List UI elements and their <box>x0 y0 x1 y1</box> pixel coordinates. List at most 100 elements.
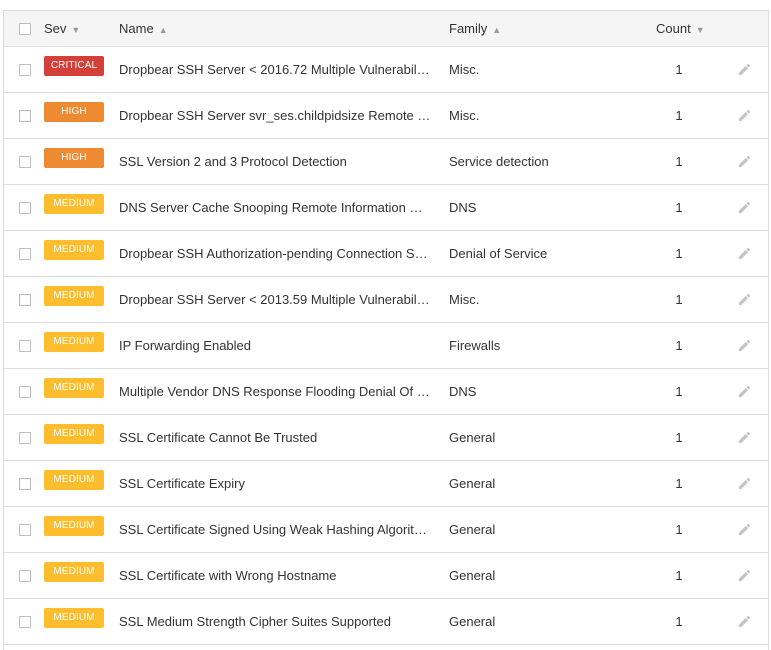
plugin-name[interactable]: SSL Certificate Expiry <box>119 476 245 491</box>
name-cell[interactable]: SSL Certificate with Wrong Hostname <box>119 553 431 598</box>
pencil-icon[interactable] <box>737 200 752 215</box>
plugin-count: 1 <box>675 292 683 307</box>
count-cell: 1 <box>644 553 714 598</box>
row-select-cell <box>19 47 33 92</box>
table-row[interactable]: MEDIUM DNS Server Cache Snooping Remote … <box>4 185 768 231</box>
row-checkbox[interactable] <box>19 63 31 76</box>
severity-badge: MEDIUM <box>44 515 104 536</box>
table-row[interactable]: MEDIUM Dropbear SSH Authorization-pendin… <box>4 231 768 277</box>
pencil-icon[interactable] <box>737 384 752 399</box>
name-cell[interactable]: SSL Version 2 and 3 Protocol Detection <box>119 139 431 184</box>
severity-cell: MEDIUM <box>44 599 108 644</box>
column-header-name-label: Name <box>119 21 154 36</box>
plugin-family: Denial of Service <box>449 246 548 261</box>
name-cell[interactable]: DNS Server Cache Snooping Remote Informa… <box>119 185 431 230</box>
plugin-name[interactable]: Multiple Vendor DNS Response Flooding De… <box>119 384 431 399</box>
table-row[interactable]: MEDIUM SSL Certificate with Wrong Hostna… <box>4 553 768 599</box>
table-row[interactable]: MEDIUM SSL Certificate Signed Using Weak… <box>4 507 768 553</box>
column-header-family[interactable]: Family ▲ <box>449 11 639 46</box>
row-checkbox[interactable] <box>19 523 31 536</box>
plugin-name[interactable]: Dropbear SSH Server svr_ses.childpidsize… <box>119 108 431 123</box>
family-cell: Misc. <box>449 93 639 138</box>
name-cell[interactable]: Dropbear SSH Authorization-pending Conne… <box>119 231 431 276</box>
table-row[interactable]: MEDIUM SSL Certificate Cannot Be Trusted… <box>4 415 768 461</box>
name-cell[interactable]: SSL Certificate Expiry <box>119 461 431 506</box>
row-checkbox[interactable] <box>19 201 31 214</box>
row-checkbox[interactable] <box>19 247 31 260</box>
column-header-sev[interactable]: Sev ▼ <box>44 11 108 46</box>
table-row[interactable]: MEDIUM Multiple Vendor DNS Response Floo… <box>4 369 768 415</box>
column-header-name[interactable]: Name ▲ <box>119 11 431 46</box>
plugin-name[interactable]: DNS Server Cache Snooping Remote Informa… <box>119 200 431 215</box>
table-row[interactable]: HIGH SSL Version 2 and 3 Protocol Detect… <box>4 139 768 185</box>
table-row[interactable]: HIGH Dropbear SSH Server svr_ses.childpi… <box>4 93 768 139</box>
severity-cell: MEDIUM <box>44 185 108 230</box>
pencil-icon[interactable] <box>737 568 752 583</box>
vulnerability-table: Sev ▼ Name ▲ Family ▲ Count ▼ CRITICAL D… <box>3 10 769 650</box>
family-cell: General <box>449 599 639 644</box>
pencil-icon[interactable] <box>737 522 752 537</box>
pencil-icon[interactable] <box>737 108 752 123</box>
row-checkbox[interactable] <box>19 477 31 490</box>
column-header-count[interactable]: Count ▼ <box>656 11 726 46</box>
severity-cell: HIGH <box>44 139 108 184</box>
plugin-name[interactable]: SSL Version 2 and 3 Protocol Detection <box>119 154 347 169</box>
table-row[interactable]: MEDIUM Dropbear SSH Server < 2013.59 Mul… <box>4 277 768 323</box>
plugin-name[interactable]: SSL Certificate with Wrong Hostname <box>119 568 336 583</box>
edit-cell <box>734 93 754 138</box>
name-cell[interactable]: SSL Certificate Cannot Be Trusted <box>119 415 431 460</box>
row-checkbox[interactable] <box>19 385 31 398</box>
pencil-icon[interactable] <box>737 476 752 491</box>
row-select-cell <box>19 231 33 276</box>
pencil-icon[interactable] <box>737 338 752 353</box>
count-cell: 1 <box>644 277 714 322</box>
count-cell: 1 <box>644 461 714 506</box>
name-cell[interactable]: Dropbear SSH Server svr_ses.childpidsize… <box>119 93 431 138</box>
pencil-icon[interactable] <box>737 154 752 169</box>
row-checkbox[interactable] <box>19 293 31 306</box>
plugin-name[interactable]: SSL Certificate Cannot Be Trusted <box>119 430 317 445</box>
pencil-icon[interactable] <box>737 430 752 445</box>
plugin-name[interactable]: Dropbear SSH Server < 2013.59 Multiple V… <box>119 292 431 307</box>
table-row[interactable]: CRITICAL Dropbear SSH Server < 2016.72 M… <box>4 47 768 93</box>
table-row[interactable]: MEDIUM IP Forwarding Enabled Firewalls 1 <box>4 323 768 369</box>
family-cell: General <box>449 553 639 598</box>
count-cell: 1 <box>644 93 714 138</box>
select-all-checkbox[interactable] <box>19 22 31 35</box>
family-cell: Misc. <box>449 47 639 92</box>
name-cell[interactable]: IP Forwarding Enabled <box>119 323 431 368</box>
row-checkbox[interactable] <box>19 339 31 352</box>
name-cell[interactable]: Dropbear SSH Server < 2016.72 Multiple V… <box>119 47 431 92</box>
name-cell[interactable]: Multiple Vendor DNS Response Flooding De… <box>119 369 431 414</box>
plugin-count: 1 <box>675 476 683 491</box>
row-checkbox[interactable] <box>19 109 31 122</box>
name-cell[interactable]: SSL Certificate Signed Using Weak Hashin… <box>119 507 431 552</box>
row-select-cell <box>19 461 33 506</box>
pencil-icon[interactable] <box>737 614 752 629</box>
row-checkbox[interactable] <box>19 569 31 582</box>
table-body: CRITICAL Dropbear SSH Server < 2016.72 M… <box>4 47 768 645</box>
severity-badge: MEDIUM <box>44 285 104 306</box>
pencil-icon[interactable] <box>737 292 752 307</box>
plugin-family: General <box>449 476 496 491</box>
severity-cell: MEDIUM <box>44 461 108 506</box>
plugin-name[interactable]: SSL Certificate Signed Using Weak Hashin… <box>119 522 431 537</box>
row-checkbox[interactable] <box>19 431 31 444</box>
name-cell[interactable]: Dropbear SSH Server < 2013.59 Multiple V… <box>119 277 431 322</box>
edit-cell <box>734 599 754 644</box>
plugin-name[interactable]: Dropbear SSH Server < 2016.72 Multiple V… <box>119 62 431 77</box>
table-row[interactable]: MEDIUM SSL Certificate Expiry General 1 <box>4 461 768 507</box>
row-checkbox[interactable] <box>19 155 31 168</box>
plugin-count: 1 <box>675 338 683 353</box>
plugin-name[interactable]: Dropbear SSH Authorization-pending Conne… <box>119 246 431 261</box>
pencil-icon[interactable] <box>737 62 752 77</box>
name-cell[interactable]: SSL Medium Strength Cipher Suites Suppor… <box>119 599 431 644</box>
pencil-icon[interactable] <box>737 246 752 261</box>
plugin-name[interactable]: IP Forwarding Enabled <box>119 338 251 353</box>
severity-badge: HIGH <box>44 101 104 122</box>
count-cell: 1 <box>644 185 714 230</box>
plugin-name[interactable]: SSL Medium Strength Cipher Suites Suppor… <box>119 614 391 629</box>
edit-cell <box>734 185 754 230</box>
row-checkbox[interactable] <box>19 615 31 628</box>
table-row[interactable]: MEDIUM SSL Medium Strength Cipher Suites… <box>4 599 768 645</box>
